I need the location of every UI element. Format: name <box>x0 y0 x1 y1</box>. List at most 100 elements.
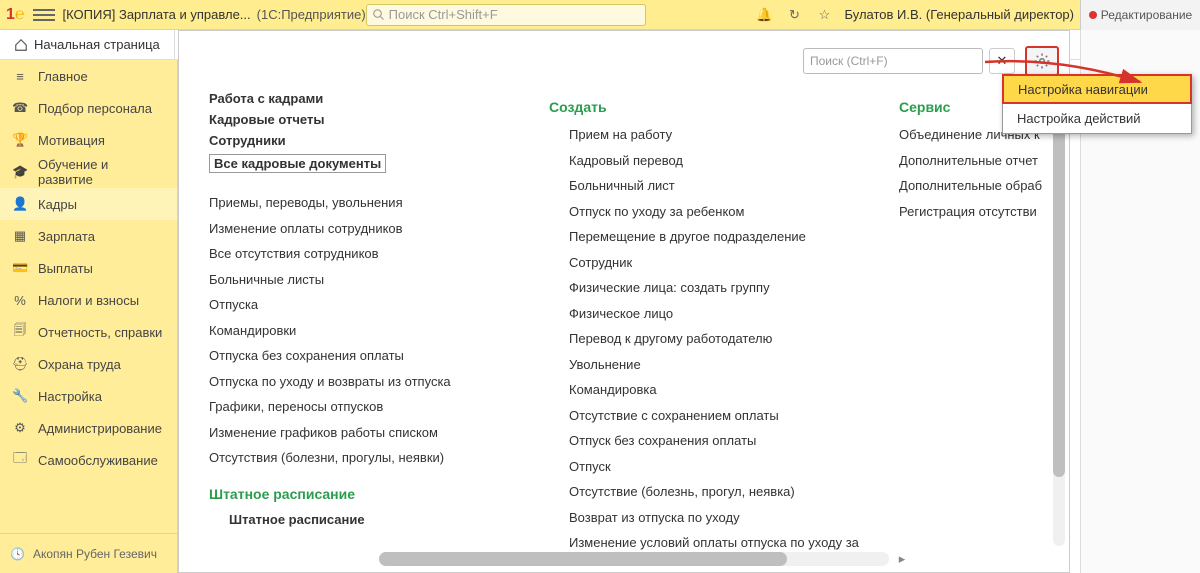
nav-link[interactable]: Отпуска без сохранения оплаты <box>209 346 509 366</box>
sidebar-item[interactable]: 🗐 Отчетность, справки <box>0 316 177 348</box>
sidebar-label: Отчетность, справки <box>38 325 162 340</box>
create-link[interactable]: Отпуск без сохранения оплаты <box>549 431 859 451</box>
sidebar: ≡ Главное ☎Подбор персонала🏆Мотивация🎓Обуч… <box>0 60 178 573</box>
sidebar-label: Налоги и взносы <box>38 293 139 308</box>
nav-link[interactable]: Графики, переносы отпусков <box>209 397 509 417</box>
create-link[interactable]: Сотрудник <box>549 253 859 273</box>
scroll-right-icon[interactable]: ▸ <box>895 552 909 566</box>
global-search-input[interactable]: Поиск Ctrl+Shift+F <box>366 4 646 26</box>
sidebar-icon: 🔧 <box>12 388 28 404</box>
content-toolbar: Поиск (Ctrl+F) ✕ <box>179 41 1069 81</box>
link-all-docs[interactable]: Все кадровые документы <box>209 154 386 173</box>
create-link[interactable]: Увольнение <box>549 355 859 375</box>
sidebar-icon: ☎ <box>12 100 28 116</box>
create-link[interactable]: Перевод к другому работодателю <box>549 329 859 349</box>
main-menu-icon[interactable] <box>33 4 55 26</box>
sidebar-label: Главное <box>38 69 88 84</box>
dropdown-item-actions[interactable]: Настройка действий <box>1003 103 1191 133</box>
create-link[interactable]: Отсутствие с сохранением оплаты <box>549 406 859 426</box>
footer-user: Акопян Рубен Гезевич <box>33 547 157 561</box>
section-heading[interactable]: Работа с кадрами <box>209 91 509 106</box>
create-link[interactable]: Больничный лист <box>549 176 859 196</box>
sidebar-label: Настройка <box>38 389 102 404</box>
sidebar-item[interactable]: 🎓Обучение и развитие <box>0 156 177 188</box>
app-logo: 1℮ <box>6 6 25 24</box>
current-user[interactable]: Булатов И.В. (Генеральный директор) <box>845 7 1075 22</box>
create-link[interactable]: Изменение условий оплаты отпуска по уход… <box>549 533 859 552</box>
column-create: Создать Прием на работу Кадровый перевод Б… <box>549 91 859 542</box>
sidebar-label: Кадры <box>38 197 77 212</box>
create-link[interactable]: Физическое лицо <box>549 304 859 324</box>
nav-link[interactable]: Больничные листы <box>209 270 509 290</box>
sidebar-item[interactable]: 🏆Мотивация <box>0 124 177 156</box>
nav-link[interactable]: Все отсутствия сотрудников <box>209 244 509 264</box>
sidebar-icon: 👤 <box>12 196 28 212</box>
sidebar-item[interactable]: ⚙ Администрирование <box>0 412 177 444</box>
sidebar-label: Администрирование <box>38 421 162 436</box>
create-link[interactable]: Отпуск по уходу за ребенком <box>549 202 859 222</box>
nav-link[interactable]: Отпуска <box>209 295 509 315</box>
create-link[interactable]: Отсутствие (болезнь, прогул, неявка) <box>549 482 859 502</box>
scroll-thumb[interactable] <box>1053 87 1065 477</box>
clock-icon: 🕓 <box>10 547 25 561</box>
tab-home[interactable]: Начальная страница <box>0 30 175 59</box>
sidebar-item[interactable]: 🗔 Самообслуживание <box>0 444 177 476</box>
content-panel: Поиск (Ctrl+F) ✕ Работа с кадрами Кадров… <box>178 30 1070 573</box>
bell-icon[interactable]: 🔔 <box>755 5 775 25</box>
content-search-placeholder: Поиск (Ctrl+F) <box>810 54 888 68</box>
sidebar-item[interactable]: ☎Подбор персонала <box>0 92 177 124</box>
sidebar-item[interactable]: ▦Зарплата <box>0 220 177 252</box>
sidebar-item[interactable]: 🔧 Настройка <box>0 380 177 412</box>
service-link[interactable]: Регистрация отсутстви <box>899 202 1069 222</box>
create-link[interactable]: Прием на работу <box>549 125 859 145</box>
create-link[interactable]: Физические лица: создать группу <box>549 278 859 298</box>
sidebar-footer[interactable]: 🕓 Акопян Рубен Гезевич <box>0 533 177 573</box>
right-panel-label: Редактирование <box>1101 8 1192 22</box>
nav-link[interactable]: Приемы, переводы, увольнения <box>209 193 509 213</box>
sidebar-icon: 🗐 <box>12 321 28 343</box>
sidebar-label: Самообслуживание <box>38 453 158 468</box>
create-link[interactable]: Командировка <box>549 380 859 400</box>
sidebar-label: Выплаты <box>38 261 93 276</box>
sidebar-icon: ≡ <box>12 69 28 84</box>
link-staffing[interactable]: Штатное расписание <box>209 512 509 527</box>
section-heading-create: Создать <box>549 99 859 115</box>
sidebar-item[interactable]: ⛑Охрана труда <box>0 348 177 380</box>
vertical-scrollbar[interactable] <box>1053 87 1065 546</box>
nav-link[interactable]: Изменение оплаты сотрудников <box>209 219 509 239</box>
create-link[interactable]: Отпуск <box>549 457 859 477</box>
sidebar-icon: 🎓 <box>12 164 28 180</box>
dropdown-item-navigation[interactable]: Настройка навигации <box>1002 74 1192 104</box>
create-link[interactable]: Кадровый перевод <box>549 151 859 171</box>
nav-link[interactable]: Отсутствия (болезни, прогулы, неявки) <box>209 448 509 468</box>
sidebar-icon: 🏆 <box>12 132 28 148</box>
nav-link[interactable]: Изменение графиков работы списком <box>209 423 509 443</box>
service-link[interactable]: Дополнительные отчет <box>899 151 1069 171</box>
star-icon[interactable]: ☆ <box>815 5 835 25</box>
horizontal-scrollbar[interactable]: ▸ <box>379 552 889 566</box>
search-placeholder: Поиск Ctrl+Shift+F <box>389 7 498 22</box>
sidebar-item[interactable]: ≡ Главное <box>0 60 177 92</box>
window-title: [КОПИЯ] Зарплата и управле... <box>63 7 251 22</box>
home-icon <box>14 38 28 52</box>
sidebar-icon: ⚙ <box>12 420 28 436</box>
search-icon <box>373 9 385 21</box>
create-link[interactable]: Перемещение в другое подразделение <box>549 227 859 247</box>
nav-link[interactable]: Командировки <box>209 321 509 341</box>
create-link[interactable]: Возврат из отпуска по уходу <box>549 508 859 528</box>
history-icon[interactable]: ↻ <box>785 5 805 25</box>
bold-link[interactable]: Кадровые отчеты <box>209 112 509 127</box>
service-link[interactable]: Дополнительные обраб <box>899 176 1069 196</box>
nav-link[interactable]: Отпуска по уходу и возвраты из отпуска <box>209 372 509 392</box>
columns: Работа с кадрами Кадровые отчеты Сотрудни… <box>179 81 1069 552</box>
sidebar-icon: 🗔 <box>12 449 28 471</box>
gear-icon <box>1033 52 1051 70</box>
scroll-thumb[interactable] <box>379 552 787 566</box>
bold-link[interactable]: Сотрудники <box>209 133 509 148</box>
content-search-input[interactable]: Поиск (Ctrl+F) <box>803 48 983 74</box>
sidebar-item[interactable]: %Налоги и взносы <box>0 284 177 316</box>
settings-gear-button[interactable] <box>1025 46 1059 76</box>
clear-search-button[interactable]: ✕ <box>989 48 1015 74</box>
sidebar-item[interactable]: 💳Выплаты <box>0 252 177 284</box>
sidebar-item[interactable]: 👤 Кадры <box>0 188 177 220</box>
